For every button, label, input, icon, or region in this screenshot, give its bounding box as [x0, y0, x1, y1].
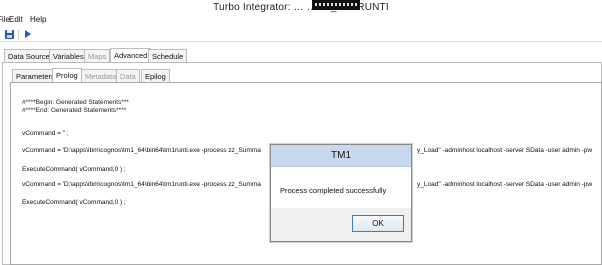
message-dialog: TM1 Process completed successfully OK [270, 144, 412, 242]
menu-edit[interactable]: Edit [9, 14, 23, 25]
code-line: vCommand = 'D:\apps\ibm\cognos\tm1_64\bi… [22, 147, 261, 154]
toolbar [0, 28, 602, 42]
code-line: ExecuteCommand( vCommand,0 ) ; [22, 166, 126, 173]
subtab-epilog[interactable]: Epilog [141, 69, 170, 82]
dialog-title: TM1 [331, 150, 351, 161]
redaction-mark [312, 0, 360, 10]
tab-maps: Maps [84, 49, 111, 62]
window-title: Turbo Integrator: … … ze_Tm1RUNTI [213, 2, 389, 13]
code-line: vCommand = '' ; [22, 130, 69, 137]
code-line-tail: y_Load'' -adminhost localhost -server SD… [417, 181, 593, 188]
tab-variables[interactable]: Variables [49, 49, 88, 62]
dialog-footer: OK [271, 208, 411, 241]
code-line: vCommand = 'D:\apps\ibm\cognos\tm1_64\bi… [22, 181, 261, 188]
dialog-message: Process completed successfully [280, 186, 387, 195]
code-line-tail: y_Load'' -adminhost localhost -server SD… [417, 147, 593, 154]
title-bar: Turbo Integrator: … … ze_Tm1RUNTI [0, 0, 602, 14]
code-line: #****Begin: Generated Statements*** [22, 99, 129, 106]
code-line: #****End: Generated Statements**** [22, 107, 127, 114]
tab-data-source[interactable]: Data Source [4, 49, 54, 62]
code-line: ExecuteCommand( vCommand,0 ) ; [22, 199, 126, 206]
subtab-prolog[interactable]: Prolog [52, 68, 82, 82]
subtab-metadata: Metadata [81, 69, 121, 82]
run-icon[interactable] [22, 29, 33, 40]
save-icon[interactable] [4, 29, 15, 40]
menu-bar: File Edit Help [0, 14, 602, 26]
menu-help[interactable]: Help [30, 14, 46, 25]
tab-advanced[interactable]: Advanced [110, 48, 152, 62]
toolbar-separator [18, 30, 19, 40]
tab-schedule[interactable]: Schedule [148, 49, 188, 62]
dialog-title-bar[interactable]: TM1 [271, 145, 411, 167]
subtab-data: Data [116, 69, 140, 82]
ok-button[interactable]: OK [352, 215, 404, 232]
